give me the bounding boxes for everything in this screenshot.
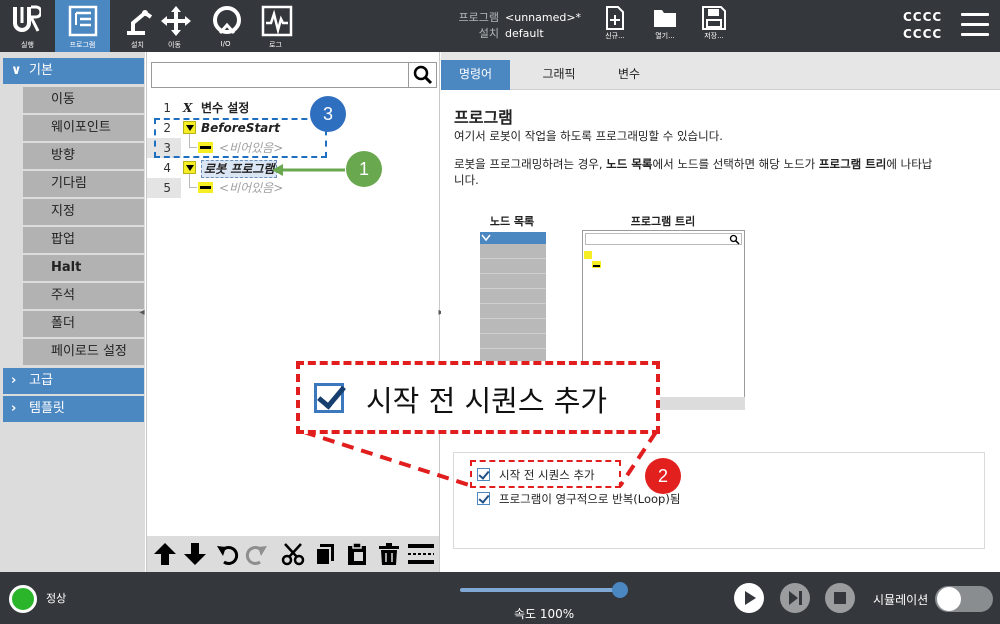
- checkbox-highlight: [470, 460, 621, 488]
- simulation-toggle[interactable]: [935, 586, 993, 612]
- callout-badge-3: 3: [310, 96, 346, 132]
- callout-lines: [272, 164, 658, 488]
- status-text: 정상: [46, 592, 67, 605]
- zoom-callout-box: 시작 전 시퀀스 추가: [296, 361, 660, 434]
- status-indicator-icon[interactable]: [9, 585, 37, 613]
- stop-icon: [834, 592, 846, 604]
- speed-text: 속도 100%: [514, 607, 575, 621]
- play-icon: [745, 591, 756, 605]
- zoom-checkbox: [314, 383, 344, 413]
- callout-badge-1: 1: [346, 151, 382, 187]
- simulation-toggle-knob: [937, 587, 961, 611]
- step-button[interactable]: [780, 583, 810, 613]
- play-button[interactable]: [734, 583, 764, 613]
- speed-slider-handle[interactable]: [612, 582, 628, 598]
- zoom-callout-text: 시작 전 시퀀스 추가: [366, 384, 608, 418]
- bottom-bar: 정상 속도 100% 시뮬레이션: [0, 572, 1000, 624]
- callout-badge-2: 2: [645, 458, 681, 494]
- speed-slider-track[interactable]: [460, 588, 622, 592]
- simulation-label: 시뮬레이션: [873, 593, 929, 607]
- step-icon: [789, 591, 802, 605]
- beforestart-highlight: [154, 118, 327, 158]
- stop-button[interactable]: [825, 583, 855, 613]
